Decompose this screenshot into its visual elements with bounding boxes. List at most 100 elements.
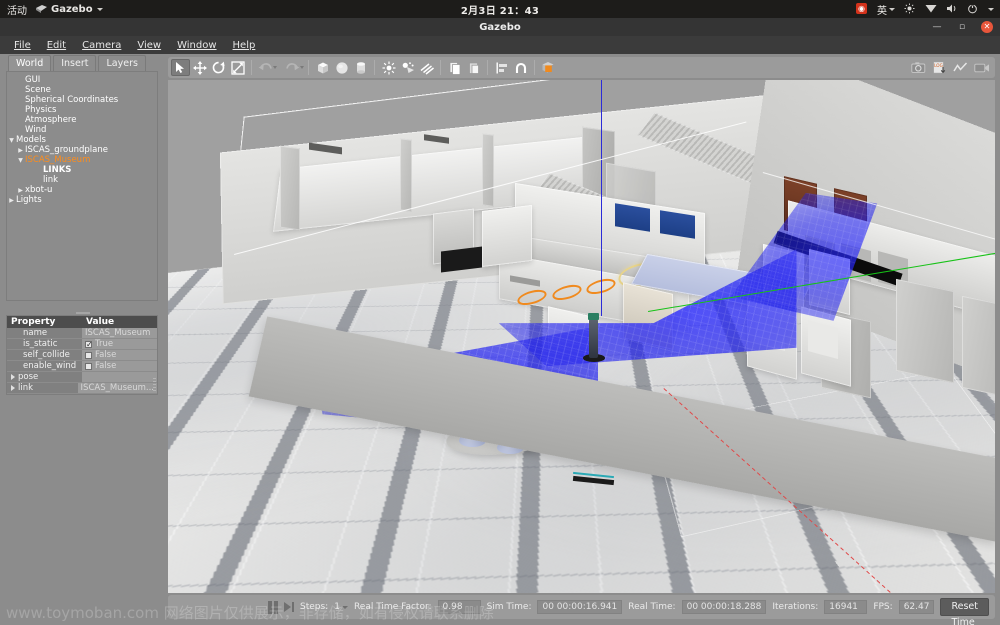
- sphere-button[interactable]: [332, 59, 351, 76]
- tree-item-link[interactable]: link: [7, 175, 157, 185]
- steps-stepper[interactable]: 1: [334, 602, 348, 612]
- tree-item-lights[interactable]: ▶ Lights: [7, 195, 157, 205]
- redo-arrow-icon: [286, 63, 300, 71]
- paste-button[interactable]: [464, 59, 483, 76]
- left-panel: World Insert Layers GUI Scene Spherical …: [0, 54, 163, 625]
- right-pillar-a: [895, 279, 954, 384]
- scale-mode-button[interactable]: [228, 59, 247, 76]
- rotate-icon: [212, 61, 225, 73]
- menu-file[interactable]: File: [6, 39, 39, 52]
- view-angle-button[interactable]: [539, 59, 558, 76]
- tab-insert[interactable]: Insert: [53, 55, 97, 71]
- tree-item-atmosphere[interactable]: Atmosphere: [7, 115, 157, 125]
- scene-toolbar-right: LOG: [909, 57, 991, 78]
- tree-item-xbot-u[interactable]: ▶ xbot-u: [7, 185, 157, 195]
- point-light-button[interactable]: [379, 59, 398, 76]
- left-panel-tabs: World Insert Layers: [0, 54, 163, 71]
- tree-item-gui[interactable]: GUI: [7, 75, 157, 85]
- reset-time-button[interactable]: Reset Time: [940, 598, 989, 625]
- record-video-button[interactable]: [972, 59, 991, 76]
- translate-mode-button[interactable]: [190, 59, 209, 76]
- 3d-viewport[interactable]: [168, 80, 995, 593]
- plot-button[interactable]: [951, 59, 970, 76]
- rotate-mode-button[interactable]: [209, 59, 228, 76]
- log-data-button[interactable]: LOG: [930, 59, 949, 76]
- select-mode-button[interactable]: [171, 59, 190, 76]
- robot-body[interactable]: [588, 318, 599, 358]
- tree-item-scene[interactable]: Scene: [7, 85, 157, 95]
- tree-item-spherical-coords[interactable]: Spherical Coordinates: [7, 95, 157, 105]
- robot-sensor-head[interactable]: [588, 313, 599, 321]
- cylinder-button[interactable]: [351, 59, 370, 76]
- self-collide-checkbox[interactable]: [85, 351, 92, 359]
- snap-button[interactable]: [511, 59, 530, 76]
- step-button[interactable]: [284, 602, 294, 612]
- box-button[interactable]: [313, 59, 332, 76]
- network-indicator-icon[interactable]: [925, 3, 937, 15]
- fps-label: FPS:: [873, 602, 893, 612]
- window-title: Gazebo: [479, 21, 521, 33]
- property-value: ISCAS_Museum: [85, 327, 151, 338]
- copy-button[interactable]: [445, 59, 464, 76]
- storefront-pillar-1: [279, 145, 300, 231]
- tree-item-iscas-museum[interactable]: ▼ ISCAS_Museum: [7, 155, 157, 165]
- tab-world[interactable]: World: [8, 55, 52, 71]
- is-static-checkbox[interactable]: [85, 339, 93, 350]
- close-button[interactable]: ✕: [981, 21, 993, 33]
- iterations-value: 16941: [824, 600, 868, 614]
- redo-button[interactable]: [283, 59, 302, 76]
- cylinder-icon: [356, 61, 365, 74]
- property-name: link: [18, 382, 34, 393]
- screenshot-button[interactable]: [909, 59, 928, 76]
- directional-light-button[interactable]: [417, 59, 436, 76]
- menu-camera[interactable]: Camera: [74, 39, 129, 52]
- brightness-indicator-icon[interactable]: [904, 3, 916, 15]
- expand-arrow-icon: ▼: [9, 136, 14, 144]
- minimize-button[interactable]: —: [931, 21, 943, 33]
- right-pillar-b: [961, 295, 995, 399]
- system-menu-chevron-icon[interactable]: [988, 7, 994, 11]
- steps-label: Steps:: [300, 602, 329, 612]
- menu-edit[interactable]: Edit: [39, 39, 74, 52]
- table-row[interactable]: link ISCAS_Museum...: [7, 383, 157, 394]
- table-row[interactable]: pose: [7, 372, 157, 383]
- menu-view[interactable]: View: [129, 39, 169, 52]
- expand-arrow-icon: ▶: [18, 146, 23, 154]
- shield-indicator-icon[interactable]: ◉: [856, 3, 868, 15]
- real-time-factor-value: 0.98: [437, 600, 481, 614]
- tree-item-wind[interactable]: Wind: [7, 125, 157, 135]
- menu-window[interactable]: Window: [169, 39, 224, 52]
- gazebo-scene: [168, 80, 995, 593]
- steps-value: 1: [334, 602, 340, 612]
- tab-layers[interactable]: Layers: [98, 55, 146, 71]
- input-method-label: 英: [877, 5, 887, 17]
- simulation-status-bar: Steps: 1 Real Time Factor: 0.98 Sim Time…: [168, 595, 995, 625]
- table-row[interactable]: is_static True: [7, 339, 157, 350]
- enable-wind-checkbox[interactable]: [85, 362, 92, 370]
- undo-button[interactable]: [256, 59, 275, 76]
- panel-splitter[interactable]: [7, 310, 159, 315]
- tree-item-physics[interactable]: Physics: [7, 105, 157, 115]
- menu-help[interactable]: Help: [225, 39, 264, 52]
- power-indicator-icon[interactable]: [967, 3, 979, 15]
- world-tree[interactable]: GUI Scene Spherical Coordinates Physics …: [6, 71, 158, 301]
- volume-indicator-icon[interactable]: [946, 3, 958, 15]
- notification-indicator-icon[interactable]: [835, 3, 847, 15]
- tree-item-iscas-groundplane[interactable]: ▶ ISCAS_groundplane: [7, 145, 157, 155]
- property-name: self_collide: [7, 350, 82, 360]
- paste-icon: [468, 62, 479, 74]
- table-row[interactable]: name ISCAS_Museum: [7, 328, 157, 339]
- tree-item-links[interactable]: LINKS: [7, 165, 157, 175]
- pause-button[interactable]: [268, 600, 278, 614]
- align-button[interactable]: [492, 59, 511, 76]
- input-method-indicator[interactable]: 英: [877, 2, 895, 17]
- svg-text:LOG: LOG: [934, 63, 943, 68]
- property-name: pose: [18, 371, 39, 382]
- spot-light-button[interactable]: [398, 59, 417, 76]
- maximize-button[interactable]: ▫: [956, 21, 968, 33]
- tree-item-models[interactable]: ▼ Models: [7, 135, 157, 145]
- property-scroll-grip[interactable]: [153, 378, 156, 392]
- table-row[interactable]: self_collide False: [7, 350, 157, 361]
- table-row[interactable]: enable_wind False: [7, 361, 157, 372]
- sim-time-value: 00 00:00:16.941: [537, 600, 623, 614]
